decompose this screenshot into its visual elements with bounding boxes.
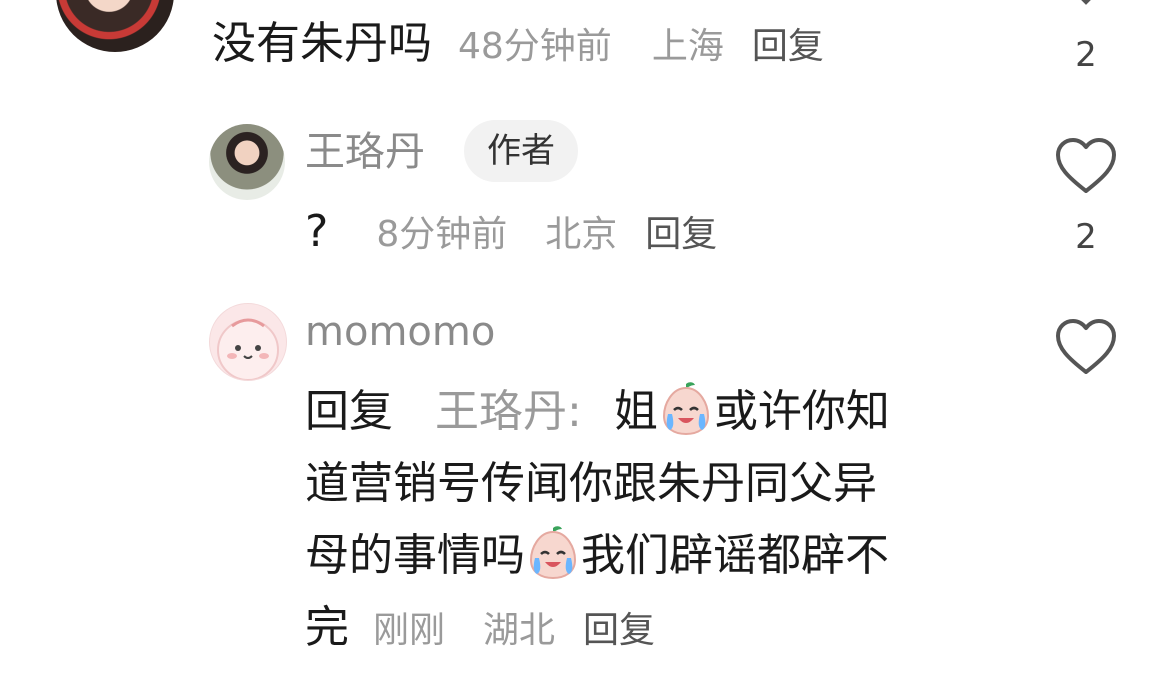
reply-colon: : — [567, 386, 582, 437]
reply-location: 北京 — [545, 214, 618, 255]
reply-button[interactable]: 回复 — [583, 610, 655, 651]
reply-text: 或许你知 — [713, 386, 890, 437]
avatar[interactable] — [56, 0, 174, 52]
reply-line: 母的事情吗 我们辟谣都辟不 — [305, 524, 995, 588]
username[interactable]: 王珞丹 — [305, 132, 425, 172]
chevron-down-icon — [1081, 0, 1091, 5]
author-badge: 作者 — [464, 120, 578, 182]
reply-button[interactable]: 回复 — [645, 214, 717, 255]
avatar[interactable] — [209, 303, 287, 381]
cartoon-avatar-icon — [217, 318, 279, 380]
comment-location: 上海 — [651, 26, 724, 67]
reply-prefix: 回复 — [305, 386, 393, 437]
comment-time: 48分钟前 — [458, 26, 612, 67]
username[interactable]: momomo — [305, 312, 495, 352]
reply-location: 湖北 — [483, 610, 556, 651]
reply-line: 完 刚刚 湖北 回复 — [305, 596, 995, 660]
reply-text: 我们辟谣都辟不 — [581, 530, 889, 581]
like-count: 2 — [1075, 217, 1097, 257]
reply-line: 回复 王珞丹: 姐 或许你知 — [305, 380, 995, 444]
comment-thread: 没有朱丹吗 48分钟前 上海 回复 2 王珞丹 作者 ? 8分钟前 北京 回复 … — [0, 0, 1176, 691]
avatar[interactable] — [209, 124, 285, 200]
reply-row: ? 8分钟前 北京 回复 — [305, 210, 717, 254]
comment-row: 没有朱丹吗 48分钟前 上海 回复 — [212, 22, 824, 66]
reply-text: 姐 — [613, 386, 658, 437]
crying-face-emoji-icon — [525, 524, 581, 580]
comment-text: 没有朱丹吗 — [212, 18, 432, 69]
like-count: 2 — [1075, 35, 1097, 75]
reply-time: 刚刚 — [373, 610, 446, 651]
like-button[interactable] — [1054, 137, 1118, 195]
like-button[interactable] — [1054, 0, 1118, 10]
reply-button[interactable]: 回复 — [752, 26, 824, 67]
heart-icon — [1056, 138, 1116, 193]
reply-line: 道营销号传闻你跟朱丹同父异 — [305, 458, 877, 509]
crying-face-emoji-icon — [658, 380, 714, 436]
reply-text: 母的事情吗 — [305, 530, 525, 581]
reply-content: 回复 王珞丹: 姐 或许你知 道营销号传闻你跟朱丹同父异 母的事情吗 我们辟谣都… — [305, 380, 995, 660]
reply-text: ? — [305, 206, 329, 257]
heart-icon — [1056, 319, 1116, 374]
reply-to-username[interactable]: 王珞丹 — [435, 386, 567, 437]
reply-text: 完 — [305, 602, 349, 653]
reply-time: 8分钟前 — [376, 214, 508, 255]
like-button[interactable] — [1054, 318, 1118, 376]
